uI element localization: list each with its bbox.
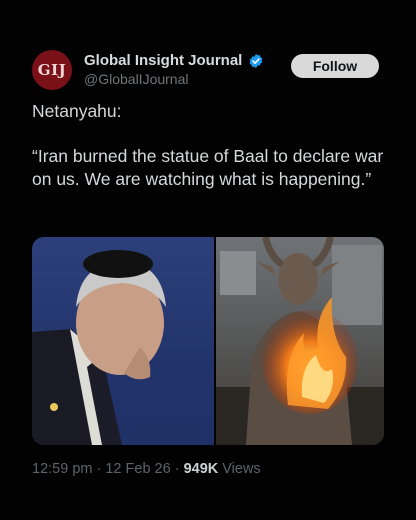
name-row: Global Insight Journal (84, 52, 264, 69)
meta-separator: · (92, 461, 106, 477)
tweet-header: GIJ Global Insight Journal @GlobalIJourn… (32, 50, 384, 94)
tweet-text-quote: “Iran burned the statue of Baal to decla… (32, 146, 384, 189)
meta-separator: · (170, 461, 184, 477)
verified-badge-icon (248, 53, 264, 69)
account-name[interactable]: Global Insight Journal (84, 52, 242, 69)
photo-of-burning-bull-headed-statue[interactable] (216, 237, 384, 445)
tweet-text: Netanyahu: “Iran burned the statue of Ba… (32, 100, 388, 213)
photo-of-man-with-kippah[interactable] (32, 237, 214, 445)
follow-button[interactable]: Follow (291, 54, 379, 78)
tweet-time[interactable]: 12:59 pm (32, 461, 92, 477)
views-count[interactable]: 949K (184, 461, 219, 477)
avatar[interactable]: GIJ (32, 50, 72, 90)
tweet-meta: 12:59 pm · 12 Feb 26 · 949K Views (32, 461, 261, 477)
tweet-text-line: Netanyahu: (32, 101, 122, 121)
tweet-card: GIJ Global Insight Journal @GlobalIJourn… (0, 0, 416, 520)
tweet-date[interactable]: 12 Feb 26 (105, 461, 170, 477)
account-handle[interactable]: @GlobalIJournal (84, 71, 189, 87)
views-label: Views (218, 461, 261, 477)
tweet-media[interactable] (32, 237, 384, 445)
